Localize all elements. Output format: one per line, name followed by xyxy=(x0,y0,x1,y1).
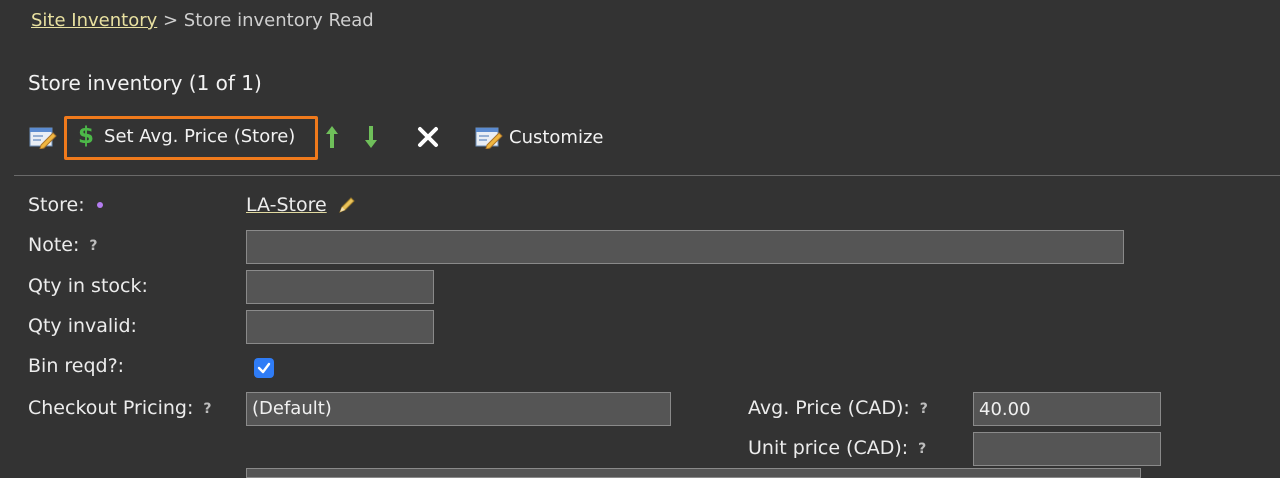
qty-invalid-field[interactable] xyxy=(246,310,434,344)
breadcrumb-separator: > xyxy=(157,10,184,31)
bin-reqd-label: Bin reqd?: xyxy=(28,355,125,377)
store-label: Store: xyxy=(28,194,85,216)
checkout-pricing-label: Checkout Pricing: xyxy=(28,397,194,419)
unit-price-label-row: Unit price (CAD):? xyxy=(748,437,926,459)
checkmark-icon xyxy=(257,362,271,374)
help-icon[interactable]: ? xyxy=(203,401,211,417)
checkout-pricing-label-row: Checkout Pricing:? xyxy=(28,397,212,419)
avg-price-field[interactable] xyxy=(973,392,1161,426)
customize-button[interactable]: Customize xyxy=(475,124,603,150)
avg-price-label: Avg. Price (CAD): xyxy=(748,397,910,419)
help-icon[interactable]: ? xyxy=(89,238,97,254)
unit-price-field[interactable] xyxy=(973,432,1161,466)
note-field[interactable] xyxy=(246,230,1124,264)
next-field-partial[interactable] xyxy=(246,468,1141,478)
customize-label: Customize xyxy=(509,126,604,148)
move-up-button[interactable] xyxy=(325,125,339,149)
breadcrumb-link-site-inventory[interactable]: Site Inventory xyxy=(31,10,157,31)
delete-button[interactable] xyxy=(417,126,439,148)
qty-invalid-label: Qty invalid: xyxy=(28,315,137,337)
note-label: Note: xyxy=(28,234,80,256)
avg-price-label-row: Avg. Price (CAD):? xyxy=(748,397,928,419)
breadcrumb-current: Store inventory Read xyxy=(183,10,374,31)
required-dot-icon xyxy=(96,202,103,208)
checkout-pricing-value: (Default) xyxy=(252,398,332,419)
customize-form-icon xyxy=(475,127,503,149)
qty-in-stock-field[interactable] xyxy=(246,270,434,304)
pencil-icon[interactable] xyxy=(337,195,357,215)
highlight-box xyxy=(64,116,318,160)
unit-price-label: Unit price (CAD): xyxy=(748,437,909,459)
close-icon xyxy=(418,127,438,147)
move-down-button[interactable] xyxy=(364,125,378,149)
store-link[interactable]: LA-Store xyxy=(246,194,327,216)
page-title: Store inventory (1 of 1) xyxy=(28,71,262,95)
help-icon[interactable]: ? xyxy=(918,441,926,457)
note-label-row: Note:? xyxy=(28,234,98,256)
store-value-row: LA-Store xyxy=(246,194,357,216)
bin-reqd-checkbox[interactable] xyxy=(254,358,274,378)
checkout-pricing-select[interactable]: (Default) xyxy=(246,392,671,426)
edit-form-icon xyxy=(29,127,57,149)
edit-button[interactable] xyxy=(29,125,57,149)
help-icon[interactable]: ? xyxy=(920,401,928,417)
arrow-down-icon xyxy=(365,126,377,148)
store-label-row: Store: xyxy=(28,194,103,216)
qty-in-stock-label: Qty in stock: xyxy=(28,275,148,297)
breadcrumb: Site Inventory > Store inventory Read xyxy=(31,10,374,31)
divider xyxy=(14,175,1280,176)
arrow-up-icon xyxy=(326,126,338,148)
